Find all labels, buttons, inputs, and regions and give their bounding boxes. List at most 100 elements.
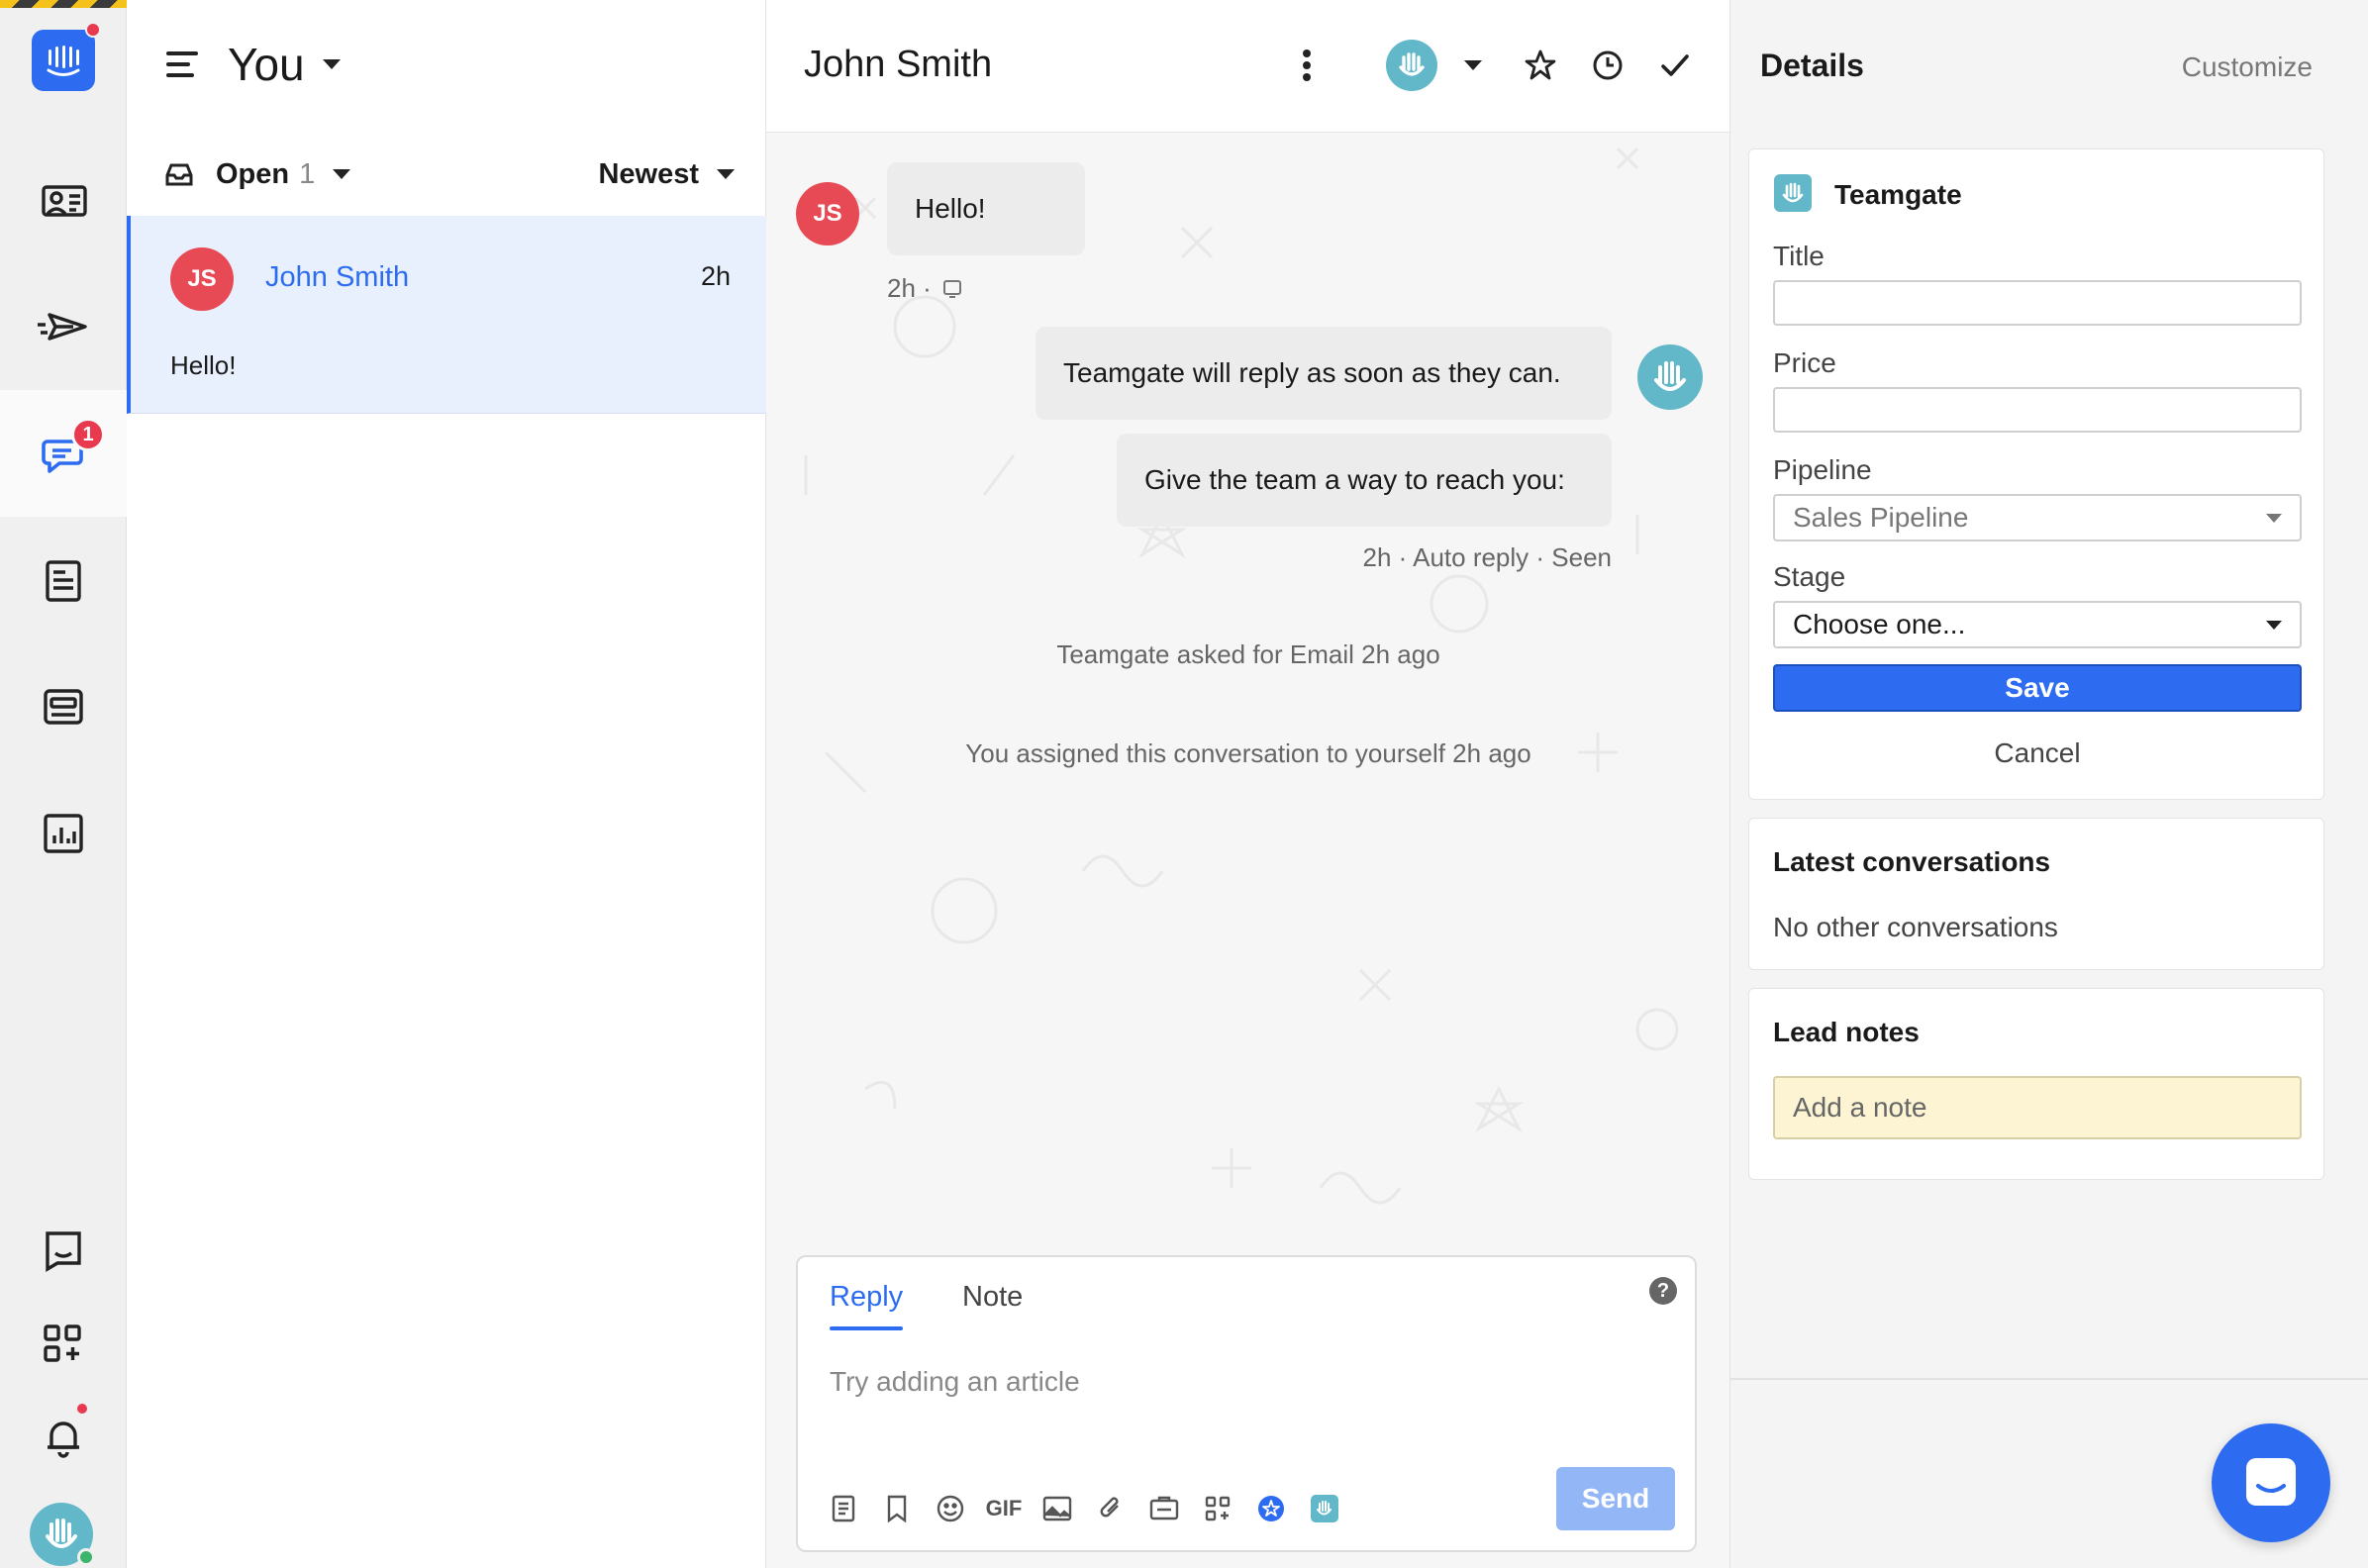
chevron-down-icon bbox=[2266, 514, 2282, 523]
messages-icon[interactable] bbox=[34, 677, 93, 736]
chevron-down-icon bbox=[2266, 621, 2282, 630]
pipeline-select[interactable]: Sales Pipeline bbox=[1773, 494, 2302, 541]
composer-toolbar: GIF bbox=[826, 1491, 1360, 1526]
teamgate-logo-icon bbox=[1774, 174, 1812, 212]
conversation-list-item[interactable]: JS John Smith 2h Hello! bbox=[127, 216, 766, 414]
latest-conversations-title: Latest conversations bbox=[1773, 846, 2051, 877]
lead-notes-card: Lead notes Add a note bbox=[1748, 988, 2324, 1180]
teamgate-assignee-icon[interactable] bbox=[1386, 40, 1437, 91]
image-icon[interactable] bbox=[1039, 1491, 1075, 1526]
conversation-contact-name: John Smith bbox=[265, 261, 410, 293]
conversation-time: 2h bbox=[700, 261, 731, 291]
message-meta: 2h · Auto reply · Seen bbox=[1362, 542, 1612, 572]
price-field[interactable] bbox=[1773, 387, 2302, 433]
emoji-icon[interactable] bbox=[933, 1491, 968, 1526]
chevron-down-icon[interactable] bbox=[1449, 42, 1497, 89]
conversation-snippet: Hello! bbox=[170, 350, 237, 380]
snooze-icon[interactable] bbox=[1584, 42, 1631, 89]
reports-icon[interactable] bbox=[34, 804, 93, 863]
latest-conversations-card: Latest conversations No other conversati… bbox=[1748, 818, 2324, 970]
teamgate-card-title: Teamgate bbox=[1834, 179, 1962, 210]
cancel-button[interactable]: Cancel bbox=[1773, 737, 2302, 769]
message-bubble: Teamgate will reply as soon as they can. bbox=[1036, 327, 1612, 420]
sort-label: Newest bbox=[598, 157, 699, 190]
status-filter-count: 1 bbox=[299, 157, 316, 190]
conversation-event: You assigned this conversation to yourse… bbox=[965, 738, 1531, 768]
details-divider bbox=[1730, 1378, 2368, 1380]
messenger-icon[interactable] bbox=[34, 1220, 93, 1279]
message-bubble: Hello! bbox=[887, 162, 1085, 255]
conversation-title: John Smith bbox=[804, 44, 993, 85]
chevron-down-icon bbox=[717, 169, 735, 179]
teamgate-app-icon[interactable] bbox=[1307, 1491, 1342, 1526]
inbox-panel: You Open 1 Newest JS John Smith 2h Hello… bbox=[127, 0, 766, 1568]
status-filter-chevron-icon[interactable] bbox=[333, 169, 351, 179]
customize-link[interactable]: Customize bbox=[2182, 51, 2313, 83]
stage-field-label: Stage bbox=[1773, 561, 1846, 592]
message-time: 2h · bbox=[887, 273, 932, 303]
conversation-event: Teamgate asked for Email 2h ago bbox=[1056, 639, 1440, 669]
message-thread: JS Hello! 2h · Teamgate will reply as so… bbox=[766, 133, 1729, 1237]
seen-icon bbox=[942, 279, 961, 298]
attachment-icon[interactable] bbox=[1093, 1491, 1129, 1526]
price-field-label: Price bbox=[1773, 347, 1836, 378]
latest-conversations-empty: No other conversations bbox=[1773, 912, 2058, 942]
notifications-icon[interactable] bbox=[34, 1408, 93, 1467]
status-filter-label[interactable]: Open bbox=[216, 158, 289, 191]
inbox-filter-row: Open 1 Newest bbox=[164, 154, 735, 194]
message-bubble: Give the team a way to reach you: bbox=[1117, 434, 1612, 527]
stage-select[interactable]: Choose one... bbox=[1773, 601, 2302, 648]
conversation-panel: John Smith JS Hello! 2h · Teamgate will … bbox=[766, 0, 1730, 1568]
gif-icon[interactable]: GIF bbox=[986, 1491, 1023, 1526]
messenger-launcher-button[interactable] bbox=[2212, 1423, 2330, 1542]
help-icon[interactable]: ? bbox=[1649, 1277, 1677, 1305]
conversation-header: John Smith bbox=[766, 0, 1729, 133]
apps-icon[interactable] bbox=[1200, 1491, 1235, 1526]
details-panel: Details Customize Teamgate Title Price P… bbox=[1730, 0, 2368, 1568]
star-icon[interactable] bbox=[1517, 42, 1564, 89]
check-icon[interactable] bbox=[1651, 42, 1699, 89]
pipeline-select-value: Sales Pipeline bbox=[1793, 502, 1969, 533]
send-button[interactable]: Send bbox=[1556, 1467, 1675, 1530]
tab-note[interactable]: Note bbox=[962, 1281, 1023, 1314]
reply-composer: Reply Note ? Try adding an article GIF S… bbox=[796, 1255, 1697, 1552]
avatar: JS bbox=[170, 247, 234, 311]
online-status-dot bbox=[77, 1548, 95, 1566]
details-title: Details bbox=[1760, 48, 1864, 83]
inbox-title[interactable]: You bbox=[228, 38, 305, 91]
saved-reply-icon[interactable] bbox=[1146, 1491, 1182, 1526]
outbound-icon[interactable] bbox=[34, 297, 93, 356]
rating-app-icon[interactable] bbox=[1253, 1491, 1289, 1526]
apps-icon[interactable] bbox=[34, 1315, 93, 1374]
menu-icon[interactable] bbox=[166, 51, 198, 77]
inbox-tray-icon bbox=[165, 163, 193, 186]
article-icon[interactable] bbox=[826, 1491, 861, 1526]
dev-stripe bbox=[0, 0, 139, 8]
add-note-input[interactable]: Add a note bbox=[1773, 1076, 2302, 1139]
title-field[interactable] bbox=[1773, 280, 2302, 326]
sort-dropdown[interactable]: Newest bbox=[598, 158, 735, 191]
teamgate-avatar-icon bbox=[1637, 344, 1703, 410]
pipeline-field-label: Pipeline bbox=[1773, 454, 1872, 485]
messenger-launcher-icon bbox=[2246, 1458, 2296, 1506]
articles-icon[interactable] bbox=[34, 550, 93, 610]
logo-notification-dot bbox=[85, 22, 101, 38]
title-field-label: Title bbox=[1773, 241, 1825, 271]
notifications-dot bbox=[75, 1402, 89, 1416]
stage-select-value: Choose one... bbox=[1793, 609, 1966, 639]
save-button[interactable]: Save bbox=[1773, 664, 2302, 712]
inbox-unread-badge: 1 bbox=[71, 418, 105, 451]
teamgate-card: Teamgate Title Price Pipeline Sales Pipe… bbox=[1748, 148, 2324, 800]
lead-notes-title: Lead notes bbox=[1773, 1017, 1920, 1047]
intercom-logo-icon[interactable] bbox=[32, 30, 95, 91]
reply-input[interactable]: Try adding an article bbox=[830, 1366, 1080, 1398]
avatar: JS bbox=[796, 182, 859, 245]
chevron-down-icon[interactable] bbox=[322, 59, 341, 69]
tab-reply[interactable]: Reply bbox=[830, 1281, 903, 1314]
message-meta: 2h · bbox=[887, 273, 963, 304]
tab-reply-underline bbox=[830, 1326, 903, 1330]
more-icon[interactable] bbox=[1283, 42, 1331, 89]
bookmark-icon[interactable] bbox=[879, 1491, 915, 1526]
contacts-icon[interactable] bbox=[34, 170, 93, 230]
left-nav-rail: 1 bbox=[0, 0, 139, 1568]
